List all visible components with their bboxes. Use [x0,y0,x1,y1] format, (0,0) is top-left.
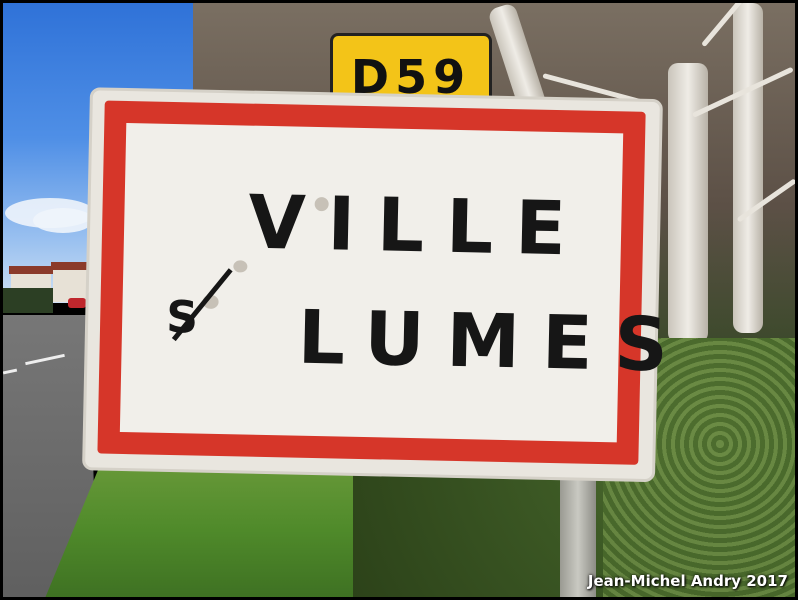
sign-line-lumes: LUMES [296,294,691,389]
photo-credit: Jean-Michel Andry 2017 [587,572,788,590]
houses [3,258,98,318]
sign-red-border [97,100,646,465]
sign-line-ville: VILLE [247,179,589,273]
town-entry-sign: VILLE S LUMES [82,87,691,483]
birch-trunk [733,3,763,333]
stain [233,260,248,273]
birch-trunk [668,63,708,343]
photo: D59 VILLE S LUMES Jean-Michel Andry 2017 [0,0,798,600]
cloud [33,208,93,233]
sign-prefix: S [165,268,239,383]
